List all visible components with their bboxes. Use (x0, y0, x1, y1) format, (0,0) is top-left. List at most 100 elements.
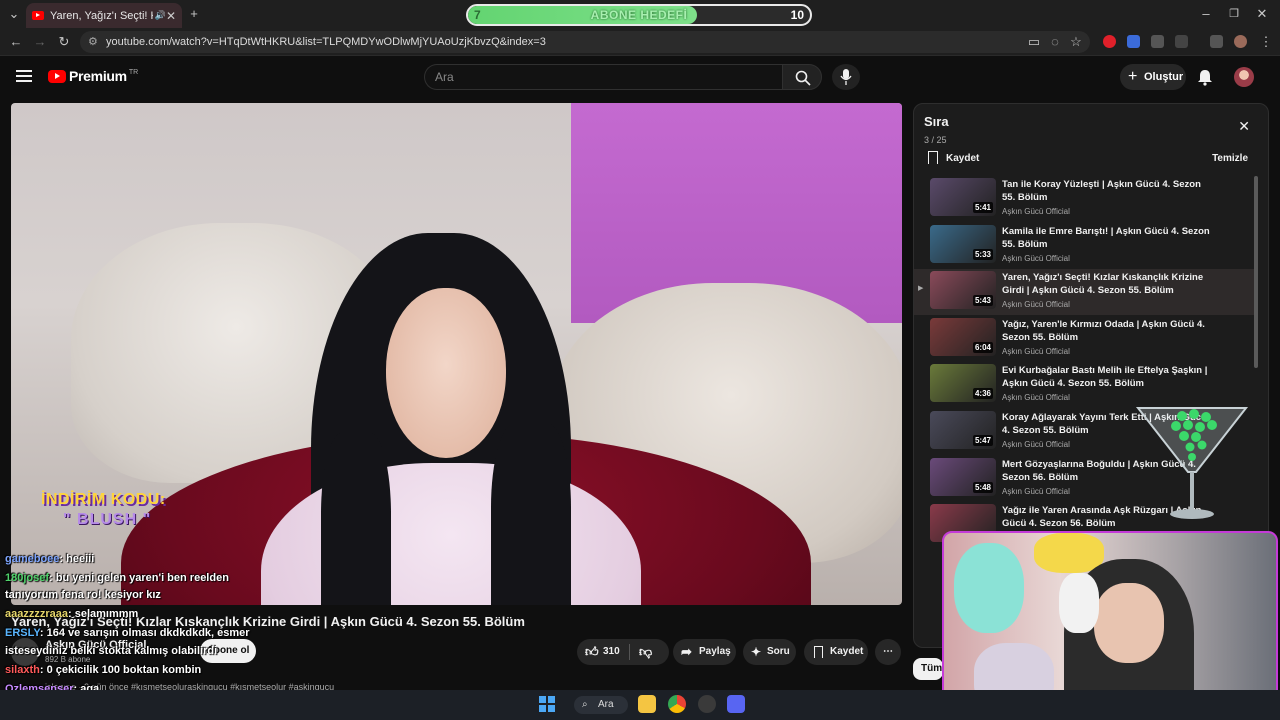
forward-icon[interactable]: → (32, 34, 48, 50)
video-person-hair-left (321, 433, 391, 605)
playlist-close-icon[interactable]: ✕ (1238, 118, 1250, 135)
ask-label: Soru (767, 646, 790, 657)
sparkle-icon: ✦ (751, 645, 762, 659)
hamburger-menu-icon[interactable] (16, 70, 32, 82)
playlist-item-title[interactable]: Tan ile Koray Yüzleşti | Aşkın Gücü 4. S… (1002, 178, 1214, 204)
playlist-item[interactable]: 5:33 Kamila ile Emre Barıştı! | Aşkın Güc… (914, 223, 1254, 269)
share-icon: ➦ (681, 644, 692, 659)
extension-blue-icon[interactable] (1127, 35, 1140, 48)
chat-username: silaxth (5, 664, 40, 676)
chat-text: tanıyorum fena ro! kesiyor kız (5, 589, 161, 601)
playlist-thumbnail[interactable]: 5:41 (930, 178, 996, 216)
video-player[interactable]: İNDİRİM KODU: " BLUSH " (11, 103, 902, 605)
more-actions-icon[interactable]: ⋯ (875, 639, 901, 665)
account-avatar[interactable] (1234, 67, 1254, 87)
profile-avatar-icon[interactable] (1234, 35, 1247, 48)
chat-message: tanıyorum fena ro! kesiyor kız (5, 589, 161, 601)
playlist-thumbnail[interactable]: 5:33 (930, 224, 996, 263)
playlist-title: Sıra (924, 114, 949, 129)
chat-text: : heeiii (59, 553, 95, 565)
chat-username: aaazzzzraaa (5, 608, 68, 620)
youtube-premium-logo[interactable]: Premium TR (48, 68, 138, 84)
promo-code-heading: İNDİRİM KODU: (41, 491, 166, 508)
playlist-item-title[interactable]: Kamila ile Emre Barıştı! | Aşkın Gücü 4.… (1002, 225, 1214, 251)
video-person-hair-right (491, 423, 571, 605)
playlist-duration: 5:41 (972, 202, 993, 213)
playlist-duration: 5:43 (972, 295, 993, 307)
like-icon[interactable]: 👍︎ (585, 639, 599, 665)
playlist-save-icon[interactable] (928, 151, 938, 164)
windows-start-icon[interactable] (538, 695, 556, 713)
playlist-item-title[interactable]: Yaren, Yağız'ı Seçti! Kızlar Kıskançlık … (1002, 271, 1214, 297)
save-button[interactable]: Kaydet (804, 639, 868, 665)
webcam-neon-sign (954, 543, 1024, 633)
search-input[interactable]: Ara (424, 64, 782, 90)
site-info-icon[interactable]: ⚙ (88, 31, 98, 53)
tab-close-icon[interactable]: ✕ (166, 9, 176, 23)
search-icon (795, 70, 811, 86)
playlist-position: 3 / 25 (924, 135, 947, 145)
extensions-puzzle-icon[interactable] (1175, 35, 1188, 48)
chrome-icon[interactable] (668, 695, 686, 713)
browser-menu-icon[interactable]: ⋮ (1258, 34, 1274, 50)
playlist-item[interactable]: 5:41 Tan ile Koray Yüzleşti | Aşkın Gücü … (914, 176, 1254, 222)
playlist-item-channel: Aşkın Gücü Official (1002, 253, 1070, 263)
playlist-item-title[interactable]: Yağız, Yaren'le Kırmızı Odada | Aşkın Gü… (1002, 318, 1214, 344)
subscriber-goal-bar: 7 ABONE HEDEFİ 10 (466, 4, 812, 26)
taskbar-search-label: Ara (598, 699, 614, 710)
playlist-thumbnail[interactable]: 4:36 (930, 364, 996, 403)
webcam-yellow-plush (1034, 533, 1104, 573)
playlist-scrollbar[interactable] (1254, 176, 1258, 368)
window-close-icon[interactable]: ✕ (1254, 6, 1270, 22)
playlist-item-channel: Aşkın Gücü Official (1002, 393, 1070, 403)
file-explorer-icon[interactable] (638, 695, 656, 713)
create-label: Oluştur (1144, 71, 1184, 83)
voice-search-button[interactable] (832, 64, 860, 90)
search-button[interactable] (782, 64, 822, 90)
restore-icon[interactable]: ❐ (1226, 6, 1242, 22)
chat-message: aaazzzzraaa: selamımmm (5, 608, 138, 620)
playlist-thumbnail[interactable]: 5:43 (930, 271, 996, 310)
martini-glass-overlay (1135, 407, 1249, 519)
discord-icon[interactable] (727, 695, 745, 713)
playlist-item[interactable]: 6:04 Yağız, Yaren'le Kırmızı Odada | Aşkı… (914, 316, 1254, 362)
reload-icon[interactable]: ↻ (56, 34, 72, 50)
extension-red-icon[interactable] (1103, 35, 1116, 48)
all-filter-chip[interactable]: Tüm (913, 658, 943, 680)
notifications-bell-icon[interactable] (1196, 68, 1214, 86)
chat-username: gameboee (5, 553, 60, 565)
create-button[interactable]: + Oluştur (1120, 64, 1186, 90)
playlist-item[interactable]: ▶ 5:43 Yaren, Yağız'ı Seçti! Kızlar Kıskan… (914, 269, 1254, 316)
chat-message: 180josef: bu yeni gelen yaren'i ben reel… (5, 572, 229, 584)
reading-list-icon[interactable] (1210, 35, 1223, 48)
back-icon[interactable]: ← (8, 34, 24, 50)
save-bookmark-icon (814, 646, 823, 658)
playlist-save-button[interactable]: Kaydet (946, 153, 979, 164)
playlist-item-title[interactable]: Evi Kurbağalar Bastı Melih ile Eftelya Ş… (1002, 364, 1214, 390)
obs-icon[interactable] (698, 695, 716, 713)
bookmark-star-icon[interactable]: ☆ (1068, 34, 1084, 50)
extension-grey-icon[interactable] (1151, 35, 1164, 48)
ask-button[interactable]: ✦ Soru (743, 639, 796, 665)
playlist-thumbnail[interactable]: 5:48 (930, 457, 996, 496)
like-count[interactable]: 310 (603, 639, 620, 665)
plus-icon: + (1128, 68, 1138, 85)
new-tab-icon[interactable]: + (186, 6, 202, 22)
playlist-clear-button[interactable]: Temizle (1212, 153, 1248, 164)
chat-text: : 0 çekicilik 100 boktan kombin (39, 664, 202, 676)
taskbar-search[interactable]: ⌕ Ara (574, 696, 628, 714)
cast-icon[interactable]: ▭ (1026, 34, 1042, 50)
tab-list-chevron-icon[interactable]: ⌄ (6, 6, 22, 22)
youtube-logo-icon (48, 69, 66, 83)
speaker-icon[interactable]: 🔊 (155, 10, 166, 21)
address-bar[interactable]: ⚙ youtube.com/watch?v=HTqDtWtHKRU&list=T… (80, 31, 1090, 53)
minimize-icon[interactable]: – (1198, 6, 1214, 22)
share-button[interactable]: ➦ Paylaş (673, 639, 736, 665)
playlist-thumbnail[interactable]: 6:04 (930, 317, 996, 356)
playlist-item-channel: Aşkın Gücü Official (1002, 207, 1070, 216)
share-label: Paylaş (699, 646, 731, 657)
eye-off-icon[interactable]: ◌ (1047, 34, 1063, 50)
playlist-thumbnail[interactable]: 5:47 (930, 411, 996, 449)
dislike-icon[interactable]: 👎︎ (639, 639, 652, 665)
browser-tab[interactable]: Yaren, Yağız'ı Seçti! Kızlar K 🔊 ✕ (26, 3, 182, 28)
